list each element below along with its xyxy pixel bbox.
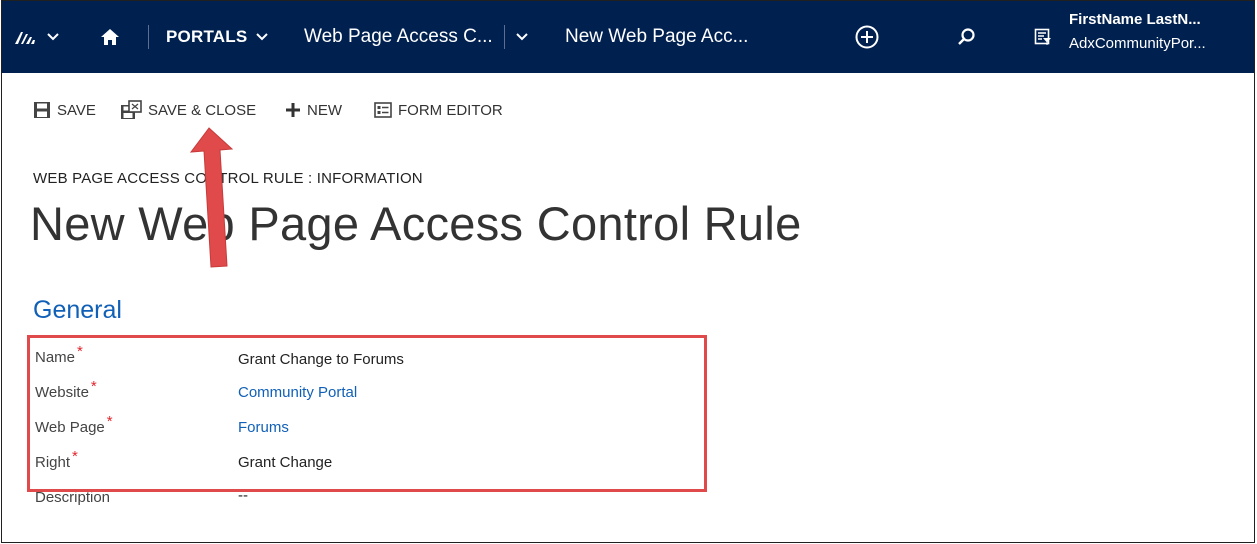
new-button[interactable]: NEW	[285, 96, 342, 124]
form-entity-breadcrumb: WEB PAGE ACCESS CONTROL RULE : INFORMATI…	[33, 170, 423, 187]
field-value-website-link[interactable]: Community Portal	[238, 384, 357, 401]
required-indicator: *	[106, 413, 113, 430]
field-label-text: Website	[35, 384, 89, 401]
top-navigation-bar: PORTALS Web Page Access C... New Web Pag…	[2, 1, 1255, 73]
chevron-down-icon	[47, 33, 59, 41]
required-indicator: *	[90, 378, 97, 395]
save-and-close-label: SAVE & CLOSE	[148, 101, 257, 119]
nav-record-breadcrumb[interactable]: New Web Page Acc...	[565, 1, 748, 73]
user-organization: AdxCommunityPor...	[1069, 35, 1206, 52]
search-button[interactable]	[957, 1, 977, 73]
field-value-name[interactable]: Grant Change to Forums	[238, 351, 404, 368]
plus-icon	[286, 103, 300, 117]
save-icon	[34, 102, 50, 118]
nav-area-label: PORTALS	[166, 27, 248, 46]
field-value-right[interactable]: Grant Change	[238, 454, 332, 471]
nav-separator	[148, 25, 149, 49]
field-label-text: Right	[35, 454, 71, 471]
app-switcher[interactable]	[14, 1, 60, 73]
new-button-label: NEW	[307, 101, 342, 119]
form-editor-icon	[374, 102, 392, 118]
required-indicator: *	[72, 448, 78, 465]
nav-entity-breadcrumb[interactable]: Web Page Access C...	[304, 1, 493, 73]
entity-dropdown[interactable]	[515, 1, 529, 73]
field-value-description[interactable]: --	[238, 487, 248, 504]
user-name[interactable]: FirstName LastN...	[1069, 11, 1201, 28]
form-editor-label: FORM EDITOR	[398, 101, 503, 119]
field-label-right: Right *	[35, 448, 78, 471]
section-title-general: General	[33, 296, 122, 324]
chevron-down-icon	[516, 33, 528, 41]
save-button[interactable]: SAVE	[33, 96, 96, 124]
advanced-find-icon	[1034, 28, 1051, 45]
dynamics-logo-icon	[15, 32, 35, 44]
field-label-website: Website *	[35, 378, 97, 401]
create-plus-icon	[855, 25, 879, 49]
create-button[interactable]	[855, 1, 879, 73]
nav-separator	[504, 25, 505, 49]
nav-area-portals[interactable]: PORTALS	[166, 1, 269, 73]
save-button-label: SAVE	[57, 101, 96, 119]
field-label-description: Description	[35, 489, 112, 506]
annotation-arrow	[189, 127, 234, 268]
field-label-text: Name	[35, 349, 76, 366]
home-button[interactable]	[100, 1, 120, 73]
window-frame	[1, 0, 1255, 543]
record-breadcrumb-label: New Web Page Acc...	[565, 26, 749, 47]
form-editor-button[interactable]: FORM EDITOR	[374, 96, 503, 124]
save-close-icon	[121, 100, 142, 119]
field-label-name: Name *	[35, 343, 83, 366]
chevron-down-icon	[256, 33, 269, 41]
entity-breadcrumb-label: Web Page Access C...	[304, 26, 493, 47]
advanced-find-button[interactable]	[1034, 1, 1052, 73]
required-indicator: *	[77, 343, 83, 360]
page-title: New Web Page Access Control Rule	[30, 197, 802, 250]
field-value-web-page-link[interactable]: Forums	[238, 419, 289, 436]
field-label-text: Web Page	[35, 419, 105, 436]
search-icon	[958, 28, 975, 45]
home-icon	[101, 29, 119, 45]
field-label-web-page: Web Page *	[35, 413, 113, 436]
save-and-close-button[interactable]: SAVE & CLOSE	[120, 96, 256, 124]
field-label-text: Description	[35, 489, 111, 506]
